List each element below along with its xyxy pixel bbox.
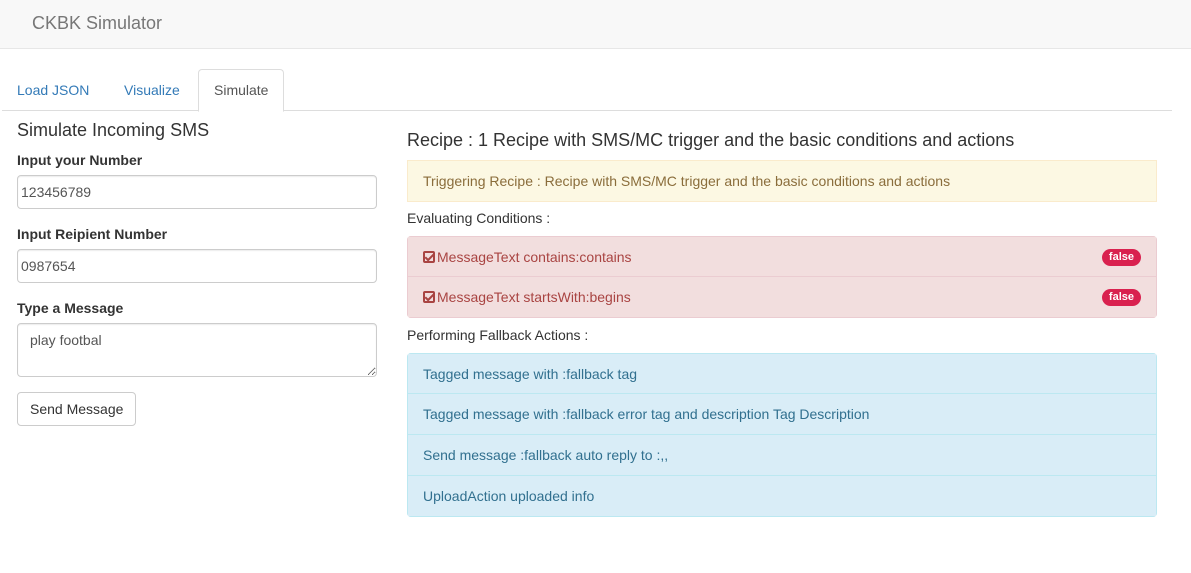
recipient-label: Input Reipient Number [17, 226, 168, 242]
condition-text: MessageText startsWith:begins [437, 289, 631, 305]
check-square-icon [423, 291, 435, 303]
result-badge: false [1101, 249, 1141, 266]
message-label: Type a Message [17, 300, 124, 316]
tab-load-json[interactable]: Load JSON [2, 69, 104, 111]
recipient-input[interactable] [17, 249, 377, 283]
action-item: Tagged message with :fallback error tag … [407, 394, 1157, 435]
actions-list: Tagged message with :fallback tag Tagged… [407, 353, 1157, 517]
triggering-alert: Triggering Recipe : Recipe with SMS/MC t… [407, 160, 1157, 202]
app-title[interactable]: CKBK Simulator [32, 13, 162, 33]
check-square-icon [423, 251, 435, 263]
fallback-label: Performing Fallback Actions : [407, 327, 589, 343]
form-title: Simulate Incoming SMS [17, 120, 210, 140]
action-item: Tagged message with :fallback tag [407, 353, 1157, 394]
result-badge: false [1101, 289, 1141, 306]
tab-visualize[interactable]: Visualize [109, 69, 195, 111]
recipe-title: Recipe : 1 Recipe with SMS/MC trigger an… [407, 130, 1015, 150]
action-item: UploadAction uploaded info [407, 476, 1157, 517]
conditions-list: MessageText contains:contains false Mess… [407, 236, 1157, 318]
tab-bar: Load JSON Visualize Simulate [2, 69, 1172, 112]
number-label: Input your Number [17, 152, 143, 168]
condition-text: MessageText contains:contains [437, 249, 632, 265]
action-item: Send message :fallback auto reply to :,, [407, 435, 1157, 476]
navbar: CKBK Simulator [0, 0, 1191, 49]
message-textarea[interactable]: play footbal [17, 323, 377, 377]
number-input[interactable] [17, 175, 377, 209]
send-message-button[interactable]: Send Message [17, 392, 137, 426]
tab-simulate[interactable]: Simulate [198, 69, 285, 112]
condition-item: MessageText startsWith:begins false [407, 277, 1157, 318]
condition-item: MessageText contains:contains false [407, 236, 1157, 277]
conditions-label: Evaluating Conditions : [407, 210, 551, 226]
